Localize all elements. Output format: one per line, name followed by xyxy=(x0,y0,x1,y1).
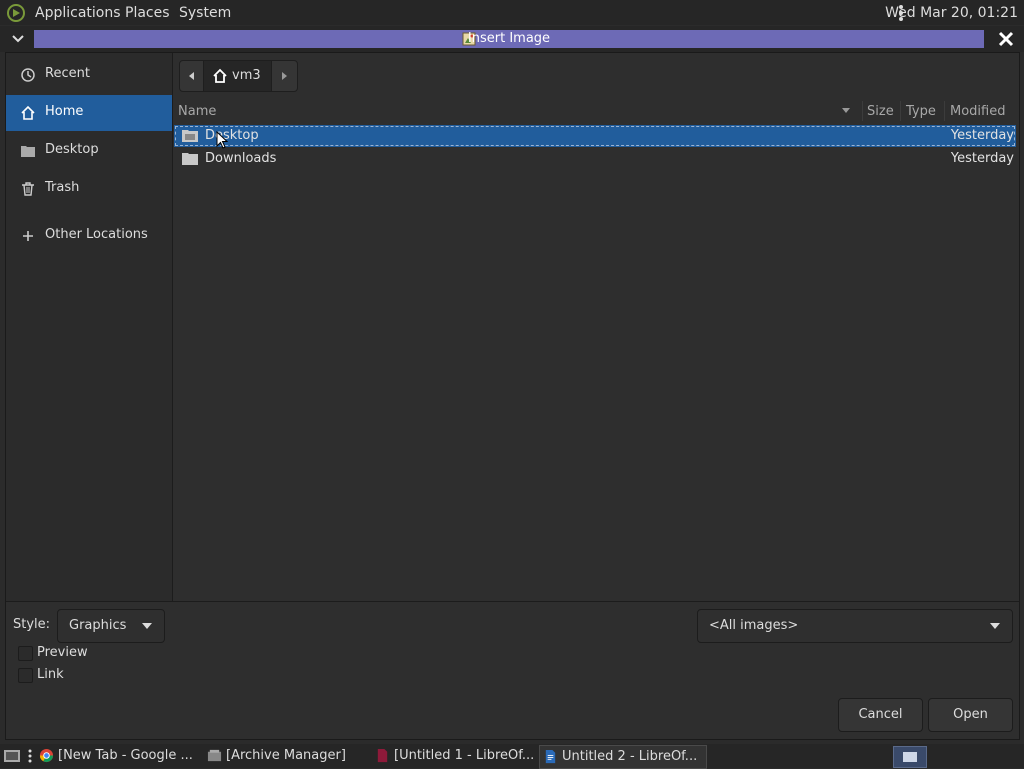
taskbar: [New Tab - Google ... [Archive Manager] … xyxy=(0,744,1024,769)
dropdown-arrow-icon xyxy=(990,623,1000,629)
file-chooser-dialog: Recent Home Desktop Trash Other Location… xyxy=(5,52,1020,740)
clock[interactable]: Wed Mar 20, 01:21 xyxy=(885,5,1018,21)
style-dropdown[interactable]: Graphics xyxy=(57,609,165,643)
places-menu[interactable]: Places xyxy=(125,5,170,21)
system-menu[interactable]: System xyxy=(179,5,231,21)
sidebar-item-other-locations[interactable]: Other Locations xyxy=(6,218,172,254)
column-size[interactable]: Size xyxy=(867,104,894,119)
clock-icon xyxy=(20,67,36,83)
file-modified: Yesterday xyxy=(950,151,1014,166)
sidebar-item-home[interactable]: Home xyxy=(6,95,172,131)
close-icon[interactable] xyxy=(996,29,1016,49)
preview-checkbox[interactable] xyxy=(18,646,33,661)
sidebar-item-label: Recent xyxy=(45,66,90,81)
sidebar-item-label: Other Locations xyxy=(45,227,148,242)
writer-icon xyxy=(543,749,558,764)
sidebar-item-label: Home xyxy=(45,104,84,119)
preview-label: Preview xyxy=(37,645,88,660)
style-dropdown-value: Graphics xyxy=(69,618,127,633)
home-icon xyxy=(212,68,228,84)
link-label: Link xyxy=(37,667,64,682)
path-back-button[interactable] xyxy=(179,60,205,92)
path-forward-button[interactable] xyxy=(271,60,298,92)
chevron-down-icon[interactable] xyxy=(10,31,26,47)
task-label: [Untitled 1 - LibreOf... xyxy=(394,748,535,763)
desktop-icon xyxy=(20,143,36,159)
home-icon xyxy=(20,105,36,121)
file-name: Desktop xyxy=(205,128,259,143)
dropdown-arrow-icon xyxy=(142,623,152,629)
task-label: [Archive Manager] xyxy=(226,748,346,763)
title-strip: Insert Image xyxy=(34,30,984,48)
applications-menu[interactable]: Applications xyxy=(35,5,121,21)
column-name[interactable]: Name xyxy=(178,104,216,119)
file-row-desktop[interactable]: Desktop Yesterday xyxy=(174,125,1016,147)
taskbar-handle-icon xyxy=(27,748,33,764)
file-row-downloads[interactable]: Downloads Yesterday xyxy=(174,148,1016,170)
column-header: Name Size Type Modified xyxy=(173,99,1019,123)
plus-icon xyxy=(20,228,36,244)
top-panel: Applications Places System Wed Mar 20, 0… xyxy=(0,0,1024,25)
sidebar-item-recent[interactable]: Recent xyxy=(6,57,172,93)
link-checkbox[interactable] xyxy=(18,668,33,683)
filter-dropdown-value: <All images> xyxy=(709,618,799,633)
file-modified: Yesterday xyxy=(950,128,1014,143)
show-desktop-icon[interactable] xyxy=(3,747,21,765)
file-name: Downloads xyxy=(205,151,277,166)
task-libreoffice-2[interactable]: Untitled 2 - LibreOf... xyxy=(539,745,707,769)
sidebar-item-label: Desktop xyxy=(45,142,99,157)
chrome-icon xyxy=(39,748,54,763)
column-type[interactable]: Type xyxy=(906,104,936,119)
trash-icon xyxy=(20,181,36,197)
chevron-left-icon xyxy=(180,61,204,91)
sort-descending-icon[interactable] xyxy=(841,107,851,115)
libreoffice-icon xyxy=(375,748,390,763)
workspace-switcher[interactable] xyxy=(893,746,927,768)
task-label: [New Tab - Google ... xyxy=(58,748,193,763)
distro-logo-icon[interactable] xyxy=(6,3,26,23)
task-label: Untitled 2 - LibreOf... xyxy=(562,749,698,764)
task-google-chrome[interactable]: [New Tab - Google ... xyxy=(36,745,201,767)
folder-icon xyxy=(182,129,198,142)
cancel-button[interactable]: Cancel xyxy=(838,698,923,732)
archive-icon xyxy=(207,748,222,763)
sidebar-item-trash[interactable]: Trash xyxy=(6,171,172,207)
file-type-filter-dropdown[interactable]: <All images> xyxy=(697,609,1013,643)
chevron-right-icon xyxy=(272,61,297,91)
places-sidebar: Recent Home Desktop Trash Other Location… xyxy=(6,53,173,601)
sidebar-item-label: Trash xyxy=(45,180,80,195)
divider xyxy=(6,601,1019,602)
path-button-home[interactable]: vm3 xyxy=(203,60,273,92)
style-label: Style: xyxy=(13,617,51,632)
mouse-cursor-icon xyxy=(216,131,228,149)
window-titlebar[interactable]: Insert Image xyxy=(0,26,1024,52)
folder-icon xyxy=(182,152,198,165)
open-button[interactable]: Open xyxy=(928,698,1013,732)
task-libreoffice-1[interactable]: [Untitled 1 - LibreOf... xyxy=(372,745,537,767)
task-archive-manager[interactable]: [Archive Manager] xyxy=(204,745,369,767)
window-title: Insert Image xyxy=(467,31,551,46)
path-label: vm3 xyxy=(232,68,261,83)
sidebar-item-desktop[interactable]: Desktop xyxy=(6,133,172,169)
column-modified[interactable]: Modified xyxy=(950,104,1005,119)
